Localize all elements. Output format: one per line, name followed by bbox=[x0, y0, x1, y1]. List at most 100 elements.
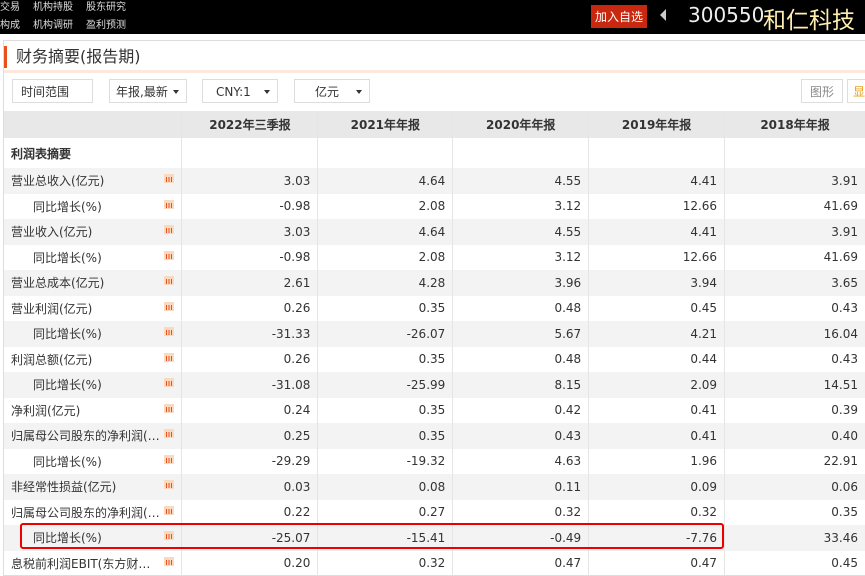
row-label-cell: 同比增长(%) bbox=[4, 245, 182, 271]
table-row: 同比增长(%)-29.29-19.324.631.9622.91 bbox=[4, 449, 865, 475]
value-cell: -31.08 bbox=[182, 372, 318, 398]
bar-chart-icon[interactable] bbox=[164, 251, 174, 260]
nav-link[interactable]: 机构持股 bbox=[33, 2, 73, 13]
nav-link[interactable]: 机构调研 bbox=[33, 20, 73, 31]
row-label-cell: 净利润(亿元) bbox=[4, 398, 182, 424]
value-cell: 3.91 bbox=[725, 168, 865, 194]
table-row: 营业总收入(亿元)3.034.644.554.413.91 bbox=[4, 168, 865, 194]
value-cell: 2.61 bbox=[182, 270, 318, 296]
nav-link[interactable]: 盈利预测 bbox=[86, 20, 126, 31]
value-cell: 1.96 bbox=[589, 449, 725, 475]
bar-chart-icon[interactable] bbox=[164, 429, 174, 438]
value-cell: 33.46 bbox=[725, 525, 865, 551]
row-label-cell: 归属母公司股东的净利润(… bbox=[4, 423, 182, 449]
value-cell: 3.12 bbox=[453, 245, 589, 271]
value-cell: 16.04 bbox=[725, 321, 865, 347]
add-to-watchlist-button[interactable]: 加入自选 bbox=[591, 5, 647, 28]
bar-chart-icon[interactable] bbox=[164, 302, 174, 311]
value-cell: -0.98 bbox=[182, 194, 318, 220]
value-cell: 0.25 bbox=[182, 423, 318, 449]
row-label-cell: 同比增长(%) bbox=[4, 525, 182, 551]
bar-chart-icon[interactable] bbox=[164, 378, 174, 387]
value-cell: 5.67 bbox=[453, 321, 589, 347]
value-cell: 4.55 bbox=[453, 168, 589, 194]
unit-value: 亿元 bbox=[315, 85, 339, 99]
value-cell: 4.64 bbox=[318, 168, 453, 194]
bar-chart-icon[interactable] bbox=[164, 531, 174, 540]
row-label: 同比增长(%) bbox=[11, 455, 102, 469]
value-cell: 0.43 bbox=[725, 296, 865, 322]
bar-chart-icon[interactable] bbox=[164, 327, 174, 336]
nav-link[interactable]: 交易 bbox=[0, 2, 20, 13]
table-row: 息税前利润EBIT(东方财…0.200.320.470.470.45 bbox=[4, 551, 865, 576]
stock-name: 和仁科技 bbox=[763, 1, 855, 35]
value-cell: 0.22 bbox=[182, 500, 318, 526]
bar-chart-icon[interactable] bbox=[164, 557, 174, 566]
time-range-button[interactable]: 时间范围 bbox=[12, 79, 93, 103]
bar-chart-icon[interactable] bbox=[164, 276, 174, 285]
bar-chart-icon[interactable] bbox=[164, 455, 174, 464]
row-label: 营业总收入(亿元) bbox=[11, 174, 104, 188]
row-label: 同比增长(%) bbox=[11, 327, 102, 341]
row-label-cell: 息税前利润EBIT(东方财… bbox=[4, 551, 182, 576]
nav-row-2: 构成 机构调研 盈利预测 bbox=[0, 16, 139, 31]
value-cell: 4.64 bbox=[318, 219, 453, 245]
chart-view-button[interactable]: 图形 bbox=[801, 79, 843, 103]
value-cell: -29.29 bbox=[182, 449, 318, 475]
value-cell: -25.07 bbox=[182, 525, 318, 551]
nav-link[interactable]: 股东研究 bbox=[86, 2, 126, 13]
unit-select[interactable]: 亿元 bbox=[294, 79, 370, 103]
bar-chart-icon[interactable] bbox=[164, 404, 174, 413]
value-cell: 0.35 bbox=[318, 398, 453, 424]
row-label: 归属母公司股东的净利润(… bbox=[11, 429, 160, 443]
bar-chart-icon[interactable] bbox=[164, 506, 174, 515]
row-label: 同比增长(%) bbox=[11, 200, 102, 214]
bar-chart-icon[interactable] bbox=[164, 353, 174, 362]
row-label-cell: 营业总收入(亿元) bbox=[4, 168, 182, 194]
bar-chart-icon[interactable] bbox=[164, 480, 174, 489]
row-label-cell: 同比增长(%) bbox=[4, 372, 182, 398]
value-cell: -0.98 bbox=[182, 245, 318, 271]
period-value: 年报,最新 bbox=[116, 85, 168, 99]
value-cell: 0.09 bbox=[589, 474, 725, 500]
row-label-cell: 同比增长(%) bbox=[4, 449, 182, 475]
value-cell: 4.55 bbox=[453, 219, 589, 245]
table-row: 非经常性损益(亿元)0.030.080.110.090.06 bbox=[4, 474, 865, 500]
row-label-cell: 同比增长(%) bbox=[4, 194, 182, 220]
bar-chart-icon[interactable] bbox=[164, 200, 174, 209]
value-cell: 41.69 bbox=[725, 194, 865, 220]
nav-link[interactable]: 构成 bbox=[0, 20, 20, 31]
empty-cell bbox=[453, 138, 589, 168]
value-cell: 14.51 bbox=[725, 372, 865, 398]
nav-row-1: 交易 机构持股 股东研究 bbox=[0, 0, 139, 13]
column-header: 2018年年报 bbox=[725, 111, 865, 138]
value-cell: 0.35 bbox=[318, 423, 453, 449]
value-cell: 0.35 bbox=[318, 347, 453, 373]
value-cell: 12.66 bbox=[589, 194, 725, 220]
row-label: 归属母公司股东的净利润(… bbox=[11, 506, 160, 520]
column-header bbox=[4, 111, 182, 138]
row-label: 息税前利润EBIT(东方财… bbox=[11, 557, 150, 571]
row-label-cell: 同比增长(%) bbox=[4, 321, 182, 347]
row-label: 同比增长(%) bbox=[11, 378, 102, 392]
empty-cell bbox=[318, 138, 453, 168]
row-label-cell: 归属母公司股东的净利润(… bbox=[4, 500, 182, 526]
value-cell: 0.40 bbox=[725, 423, 865, 449]
bar-chart-icon[interactable] bbox=[164, 174, 174, 183]
value-cell: 3.94 bbox=[589, 270, 725, 296]
page-title: 财务摘要(报告期) bbox=[4, 46, 141, 68]
empty-cell bbox=[182, 138, 318, 168]
bar-chart-icon[interactable] bbox=[164, 225, 174, 234]
display-button[interactable]: 显 bbox=[847, 79, 865, 103]
currency-select[interactable]: CNY:1 bbox=[202, 79, 278, 103]
empty-cell bbox=[725, 138, 865, 168]
row-label: 非经常性损益(亿元) bbox=[11, 480, 116, 494]
value-cell: 0.26 bbox=[182, 296, 318, 322]
table-row: 同比增长(%)-0.982.083.1212.6641.69 bbox=[4, 194, 865, 220]
row-label-cell: 营业利润(亿元) bbox=[4, 296, 182, 322]
stock-code: 300550 bbox=[688, 3, 764, 27]
period-select[interactable]: 年报,最新 bbox=[109, 79, 187, 103]
value-cell: 4.63 bbox=[453, 449, 589, 475]
caret-left-icon[interactable] bbox=[660, 9, 666, 21]
row-label: 营业收入(亿元) bbox=[11, 225, 92, 239]
